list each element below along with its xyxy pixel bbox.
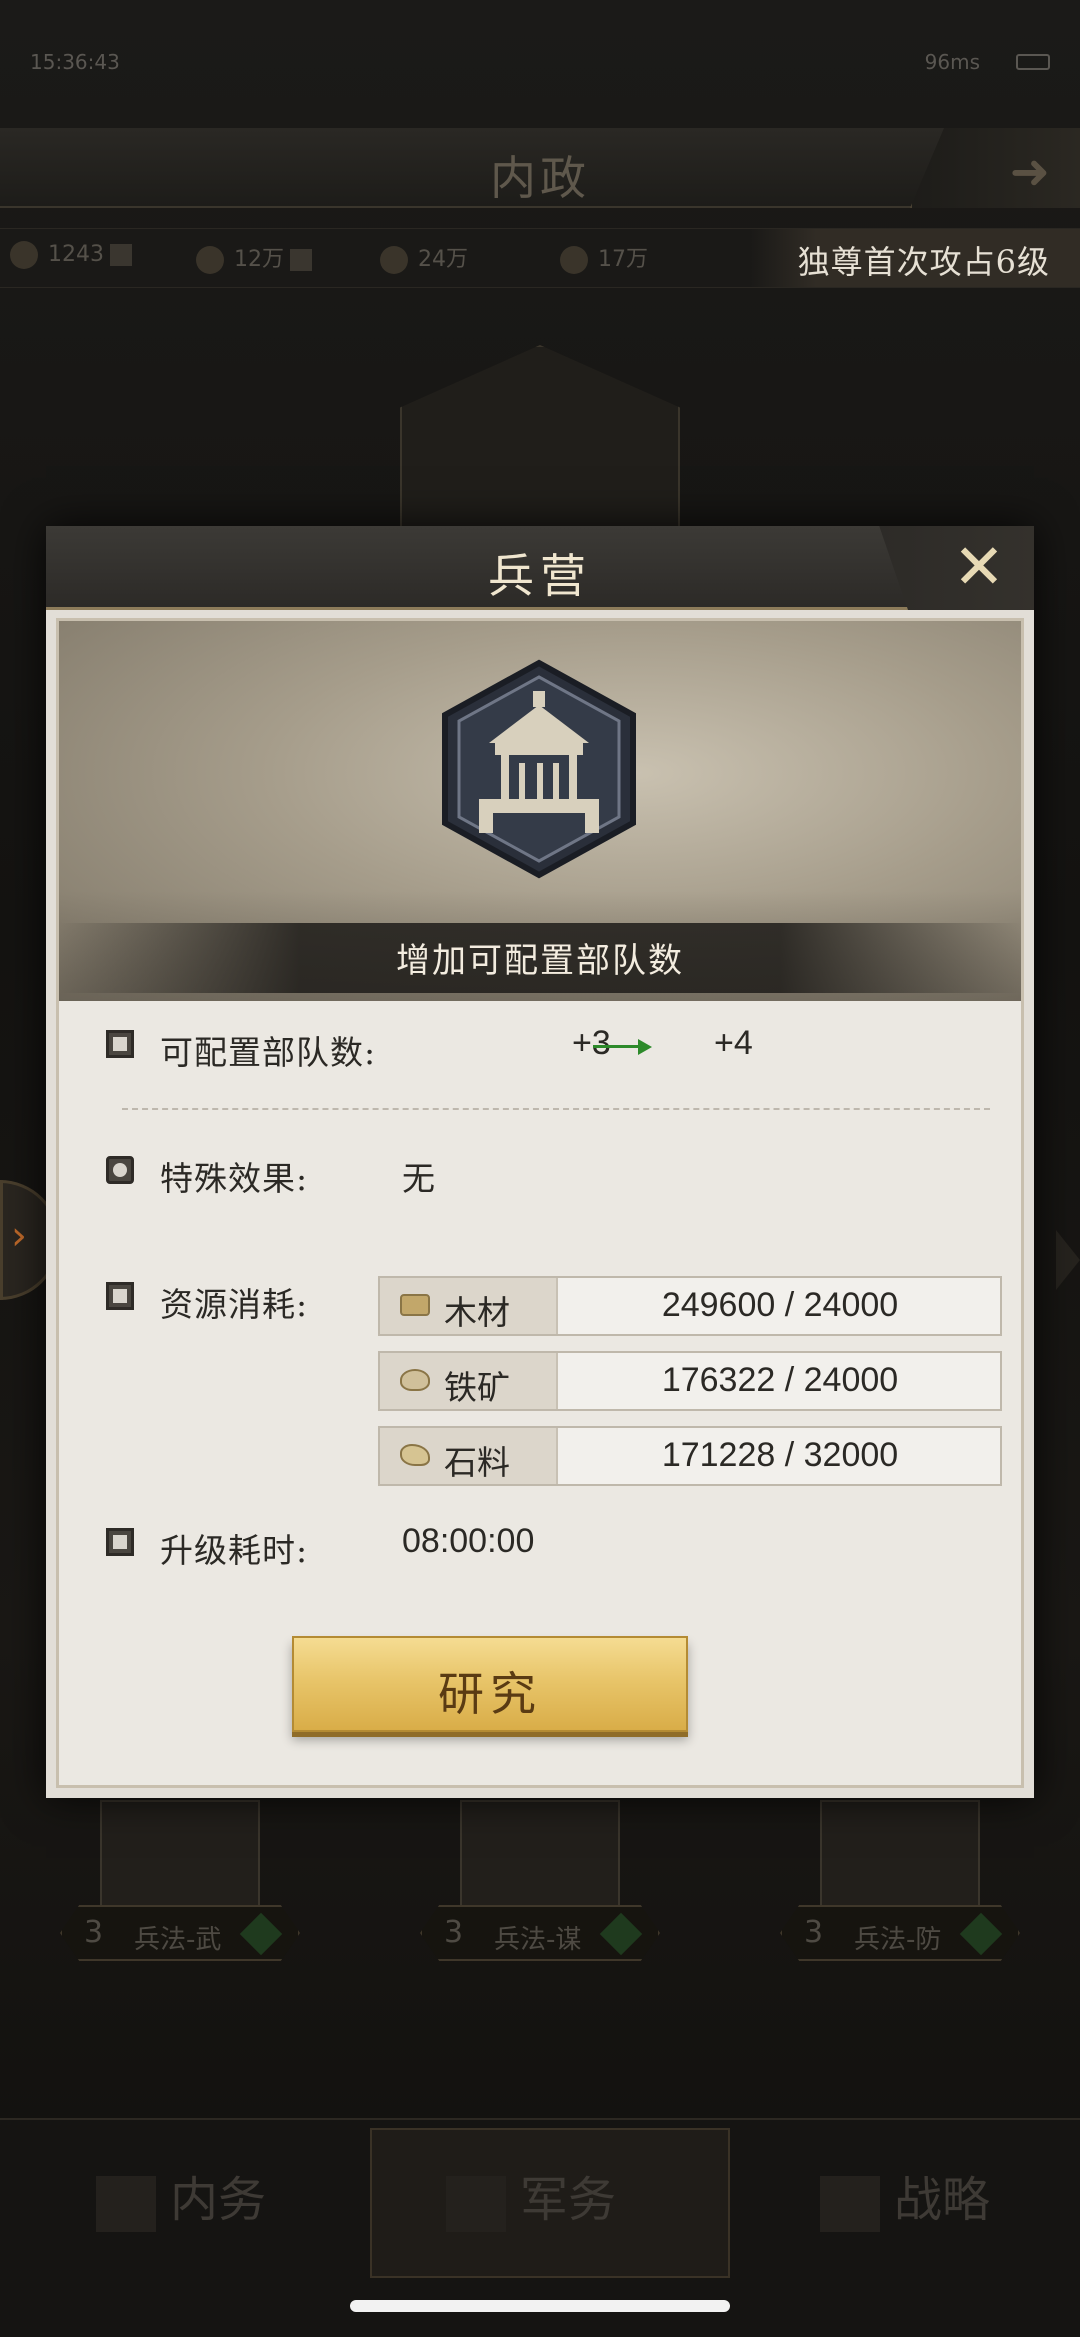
bamboo-scroll-icon — [820, 2175, 880, 2232]
barracks-dialog: 兵营 ✕ 增加可配置部队数 可配置部队数: +3 +4 特殊效果: 无 资源消耗… — [46, 526, 1034, 1798]
iron-icon — [400, 1369, 430, 1391]
dialog-body: 增加可配置部队数 — [56, 618, 1024, 1788]
upgrade-icon — [959, 1912, 1003, 1956]
skill-portrait — [460, 1800, 620, 1920]
status-time: 15:36:43 — [30, 50, 120, 74]
special-effect-label: 特殊效果: — [160, 1159, 309, 1198]
background-top-bar: 内政 ➜ — [0, 128, 1080, 208]
resource-row-iron: 铁矿 176322 / 24000 — [378, 1351, 1002, 1411]
soldier-icon — [446, 2175, 506, 2232]
skill-portrait — [820, 1800, 980, 1920]
close-button[interactable]: ✕ — [944, 532, 1014, 602]
skill-label: 3 兵法-谋 — [420, 1905, 660, 1961]
dialog-title: 兵营 — [488, 549, 592, 603]
resource-row-wood: 木材 249600 / 24000 — [378, 1276, 1002, 1336]
skill-label: 3 兵法-防 — [780, 1905, 1020, 1961]
conquest-notice: 独尊首次攻占6级 — [797, 243, 1050, 281]
banner-caption: 增加可配置部队数 — [396, 941, 684, 981]
status-network: 96ms — [924, 50, 980, 74]
coin-icon — [10, 241, 38, 269]
resource-iron: 17万 — [560, 241, 648, 277]
iron-icon — [560, 246, 588, 274]
skill-card[interactable]: 3 兵法-武 — [60, 1800, 300, 1980]
nav-tab-strategy[interactable]: 战略 — [820, 2160, 990, 2232]
battery-icon — [1016, 54, 1050, 70]
skill-label: 3 兵法-武 — [60, 1905, 300, 1961]
resource-row-stone: 石料 171228 / 32000 — [378, 1426, 1002, 1486]
background-back-button[interactable]: ➜ — [910, 128, 1080, 208]
resource-cost-icon — [106, 1282, 134, 1310]
resource-food: 12万 — [196, 241, 312, 277]
skill-card[interactable]: 3 兵法-谋 — [420, 1800, 660, 1980]
resource-cost-label: 资源消耗: — [160, 1285, 309, 1324]
chevron-right-icon: › — [11, 1213, 27, 1259]
resource-wood: 24万 — [380, 241, 468, 277]
upgrade-icon — [599, 1912, 643, 1956]
resource-amount: 171228 / 32000 — [661, 1436, 899, 1474]
resource-amount: 249600 / 24000 — [661, 1286, 899, 1324]
plus-icon — [290, 249, 312, 271]
special-effect-value: 无 — [402, 1159, 436, 1198]
resource-name-cell: 石料 — [380, 1428, 558, 1484]
special-effect-icon — [106, 1156, 134, 1184]
troop-count-icon — [106, 1030, 134, 1058]
research-button[interactable]: 研究 — [292, 1636, 688, 1732]
background-resource-bar: 1243 12万 24万 17万 独尊首次攻占6级 — [0, 228, 1080, 288]
close-icon: ✕ — [953, 530, 1005, 603]
plus-icon — [110, 244, 132, 266]
nav-tab-military-affairs[interactable]: 军务 — [446, 2160, 616, 2232]
palace-icon — [96, 2175, 156, 2232]
increase-arrow-icon — [593, 1045, 641, 1048]
resource-name-cell: 木材 — [380, 1278, 558, 1334]
troop-count-current: +3 — [572, 1024, 611, 1062]
resource-name-cell: 铁矿 — [380, 1353, 558, 1409]
wood-icon — [400, 1294, 430, 1316]
background-skill-row: 3 兵法-武 3 兵法-谋 3 兵法-防 — [0, 1800, 1080, 1980]
upgrade-time-label: 升级耗时: — [160, 1531, 309, 1570]
troop-count-label: 可配置部队数: — [160, 1033, 377, 1072]
nav-tab-internal-affairs[interactable]: 内务 — [96, 2160, 266, 2232]
barracks-banner: 增加可配置部队数 — [59, 621, 1021, 1001]
upgrade-time-icon — [106, 1528, 134, 1556]
upgrade-time-value: 08:00:00 — [402, 1522, 535, 1560]
skill-portrait — [100, 1800, 260, 1920]
wood-icon — [380, 246, 408, 274]
troop-count-next: +4 — [714, 1024, 753, 1062]
status-bar: 15:36:43 96ms — [0, 0, 1080, 120]
resource-copper: 1243 — [10, 241, 132, 277]
increase-arrow-head — [638, 1039, 652, 1055]
arrow-right-icon: ➜ — [1009, 144, 1050, 200]
resource-amount: 176322 / 24000 — [661, 1361, 899, 1399]
research-button-label: 研究 — [438, 1667, 542, 1721]
upgrade-icon — [239, 1912, 283, 1956]
grain-icon — [196, 246, 224, 274]
barracks-emblem-icon — [442, 659, 636, 879]
home-indicator[interactable] — [350, 2300, 730, 2312]
skill-card[interactable]: 3 兵法-防 — [780, 1800, 1020, 1980]
section-divider — [122, 1108, 990, 1112]
dialog-header: 兵营 ✕ — [46, 526, 1034, 610]
stone-icon — [400, 1444, 430, 1466]
